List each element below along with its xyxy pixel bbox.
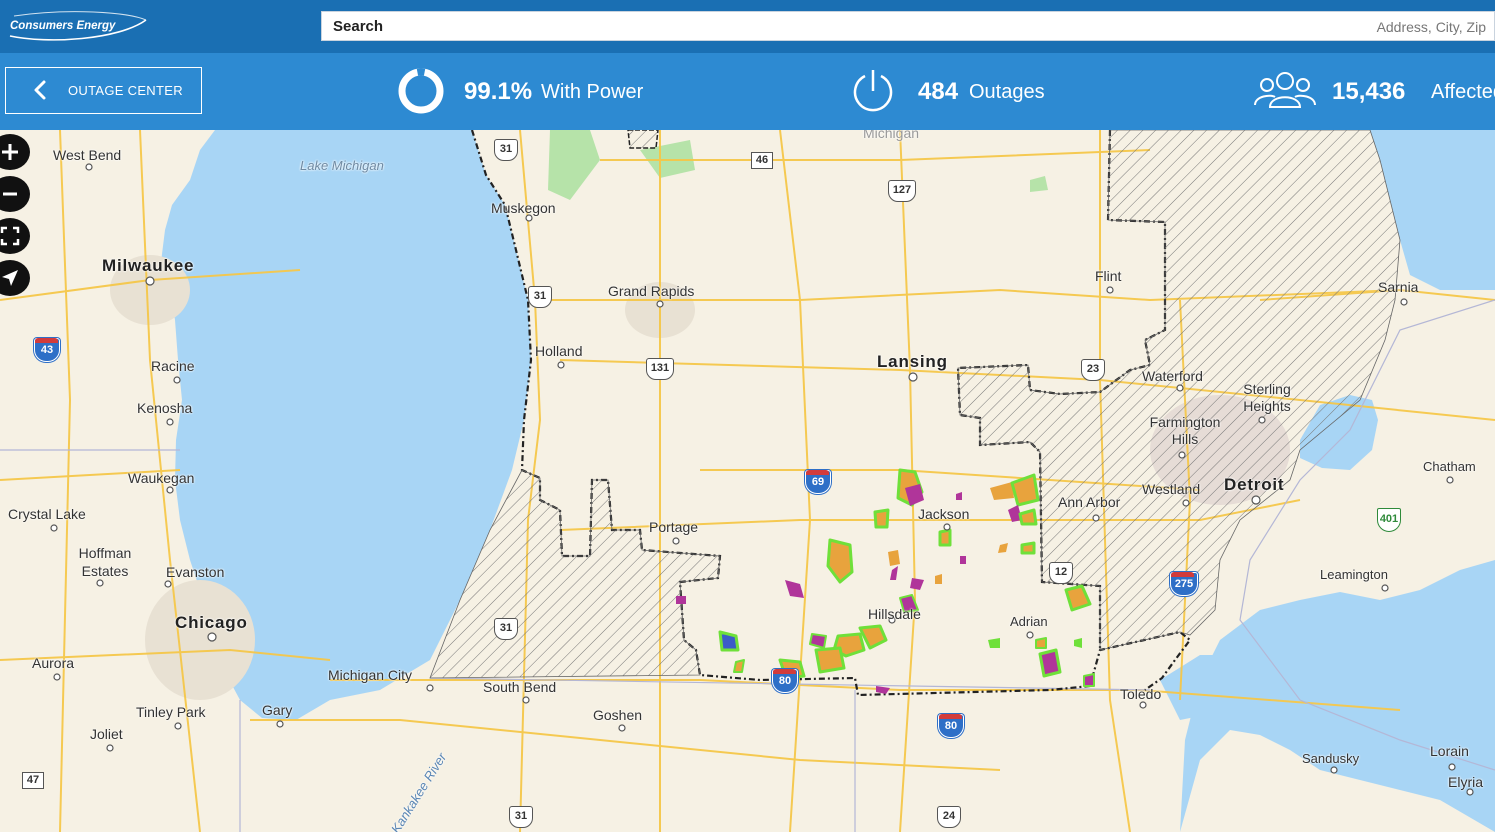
label-sandusky: Sandusky	[1302, 751, 1360, 766]
search-label: Search	[333, 18, 384, 35]
label-grand-rapids: Grand Rapids	[608, 283, 695, 299]
label-toledo: Toledo	[1120, 686, 1162, 702]
route-shield-us131: 131	[646, 358, 674, 380]
affected-value: 15,436	[1332, 78, 1406, 105]
route-shield-us31: 31	[494, 139, 518, 161]
label-gary: Gary	[262, 702, 293, 718]
label-aurora: Aurora	[32, 655, 75, 671]
label-westland: Westland	[1142, 481, 1201, 497]
locate-arrow-icon	[2, 270, 18, 286]
label-hillsdale: Hillsdale	[868, 606, 921, 622]
label-flint: Flint	[1095, 268, 1122, 284]
route-shield-i43: 43	[34, 338, 60, 362]
power-ring-icon	[398, 68, 444, 114]
route-shield-us31-d: 31	[509, 806, 533, 828]
label-muskegon: Muskegon	[491, 200, 556, 216]
outage-summary-bar: OUTAGE CENTER 99.1% With Power 484 Outag…	[0, 53, 1495, 130]
label-adrian: Adrian	[1010, 614, 1048, 629]
label-lorain: Lorain	[1430, 743, 1469, 759]
label-crystal-lake: Crystal Lake	[8, 506, 86, 522]
with-power-stat: 99.1% With Power	[397, 67, 657, 117]
outages-stat: 484 Outages	[849, 67, 1059, 117]
route-shield-47: 47	[22, 772, 44, 789]
label-jackson: Jackson	[918, 506, 970, 522]
label-holland: Holland	[535, 343, 583, 359]
label-joliet: Joliet	[90, 726, 123, 742]
search-bar[interactable]: Search	[321, 11, 1495, 41]
people-group-icon	[1254, 72, 1316, 108]
label-milwaukee: Milwaukee	[102, 256, 195, 275]
label-lake-michigan: Lake Michigan	[300, 158, 384, 173]
label-racine: Racine	[151, 358, 195, 374]
label-elyria: Elyria	[1448, 774, 1484, 790]
outages-value: 484	[918, 78, 959, 105]
label-portage: Portage	[649, 519, 699, 535]
plus-icon	[2, 144, 18, 160]
affected-label: Affected	[1431, 81, 1495, 103]
outages-label: Outages	[969, 81, 1045, 103]
label-kenosha: Kenosha	[137, 400, 193, 416]
label-hoffman-estates: Hoffman Estates	[78, 545, 132, 579]
route-shield-i80-b: 80	[938, 714, 964, 738]
svg-text:Consumers Energy: Consumers Energy	[10, 20, 116, 32]
route-shield-i69: 69	[805, 470, 831, 494]
label-chatham: Chatham	[1423, 459, 1476, 474]
consumers-energy-logo[interactable]: Consumers Energy	[8, 10, 148, 42]
route-shield-i275: 275	[1170, 572, 1198, 596]
label-goshen: Goshen	[593, 707, 643, 723]
with-power-value: 99.1%	[464, 78, 533, 105]
label-lansing: Lansing	[877, 352, 948, 371]
label-farmington-hills: Farmington Hills	[1149, 414, 1221, 447]
label-ann-arbor: Ann Arbor	[1058, 494, 1121, 510]
route-shield-us23: 23	[1081, 359, 1105, 381]
label-leamington: Leamington	[1320, 567, 1388, 582]
label-chicago: Chicago	[175, 613, 248, 632]
route-shield-us31-b: 31	[528, 286, 552, 308]
route-shield-us24: 24	[937, 806, 961, 828]
label-sterling-heights: Sterling Heights	[1243, 381, 1291, 414]
label-waterford: Waterford	[1142, 368, 1203, 384]
chevron-left-icon	[34, 80, 46, 100]
search-input[interactable]	[652, 16, 1486, 38]
power-button-icon	[853, 70, 893, 112]
label-waukegan: Waukegan	[128, 470, 195, 486]
route-shield-401: 401	[1377, 508, 1401, 532]
top-bar: Consumers Energy Search	[0, 0, 1495, 53]
route-shield-us12: 12	[1049, 562, 1073, 584]
outage-map[interactable]: West Bend Lake Michigan Milwaukee Racine…	[0, 130, 1495, 832]
outage-center-back-button[interactable]: OUTAGE CENTER	[5, 67, 202, 114]
label-sarnia: Sarnia	[1378, 279, 1419, 295]
label-michigan-city: Michigan City	[328, 667, 413, 683]
label-michigan: Michigan	[863, 130, 920, 141]
route-shield-us31-c: 31	[494, 618, 518, 640]
fullscreen-icon	[0, 226, 20, 246]
route-shield-m46: 46	[751, 152, 773, 169]
route-shield-i80: 80	[772, 669, 798, 693]
label-tinley-park: Tinley Park	[136, 704, 206, 720]
route-shield-us127: 127	[888, 180, 916, 202]
label-detroit: Detroit	[1224, 475, 1285, 494]
label-west-bend: West Bend	[53, 147, 122, 163]
minus-icon	[3, 192, 17, 196]
label-south-bend: South Bend	[483, 679, 557, 695]
label-evanston: Evanston	[166, 564, 225, 580]
affected-stat: 15,436 Affected	[1253, 67, 1495, 117]
with-power-label: With Power	[541, 81, 644, 103]
outage-center-label: OUTAGE CENTER	[68, 83, 183, 98]
